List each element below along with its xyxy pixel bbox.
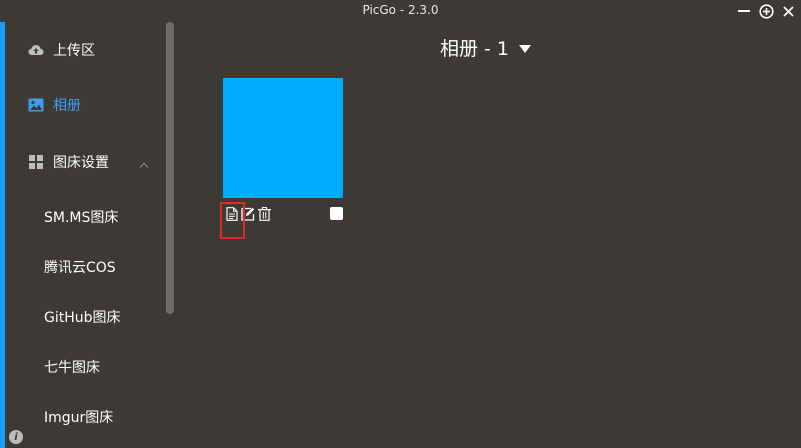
sidebar-subitem-label: GitHub图床 bbox=[44, 310, 121, 326]
info-icon[interactable]: i bbox=[9, 430, 23, 444]
maximize-button[interactable] bbox=[757, 2, 775, 20]
sidebar-subitem-label: 七牛图床 bbox=[44, 360, 100, 376]
trash-icon bbox=[257, 207, 271, 221]
chevron-up-icon bbox=[139, 156, 149, 172]
sidebar-subitem-qiniu[interactable]: 七牛图床 bbox=[5, 347, 165, 387]
image-select-checkbox[interactable] bbox=[330, 207, 343, 220]
sidebar-item-label: 相册 bbox=[53, 98, 81, 114]
sidebar: 上传区 相册 图床设置 SM.MS图床 腾讯云COS GitHub图床 七牛图床… bbox=[5, 22, 173, 448]
cloud-upload-icon bbox=[28, 42, 44, 58]
grid-icon bbox=[28, 154, 44, 170]
sidebar-item-gallery[interactable]: 相册 bbox=[5, 85, 165, 125]
album-header-dropdown[interactable]: 相册 - 1 bbox=[440, 35, 532, 60]
image-icon bbox=[28, 97, 44, 113]
plus-circle-icon bbox=[758, 3, 774, 19]
sidebar-subitem-smms[interactable]: SM.MS图床 bbox=[5, 197, 165, 237]
sidebar-subitem-label: Imgur图床 bbox=[44, 410, 114, 426]
sidebar-subitem-github[interactable]: GitHub图床 bbox=[5, 297, 165, 337]
minimize-icon bbox=[738, 10, 750, 12]
delete-button[interactable] bbox=[256, 205, 272, 223]
image-thumbnail[interactable] bbox=[223, 78, 343, 198]
sidebar-item-picbed-settings[interactable]: 图床设置 bbox=[5, 142, 165, 182]
highlight-box bbox=[220, 202, 245, 239]
sidebar-subitem-label: SM.MS图床 bbox=[44, 210, 119, 226]
sidebar-subitem-imgur[interactable]: Imgur图床 bbox=[5, 397, 165, 437]
minimize-button[interactable] bbox=[735, 2, 753, 20]
sidebar-subitem-label: 腾讯云COS bbox=[44, 260, 116, 276]
album-title: 相册 - 1 bbox=[440, 37, 510, 60]
sidebar-item-label: 图床设置 bbox=[53, 155, 109, 171]
close-icon bbox=[782, 5, 794, 17]
sidebar-scrollbar[interactable] bbox=[166, 22, 174, 314]
window-controls bbox=[735, 2, 797, 20]
sidebar-subitem-tencent-cos[interactable]: 腾讯云COS bbox=[5, 247, 165, 287]
close-button[interactable] bbox=[779, 2, 797, 20]
window-title: PicGo - 2.3.0 bbox=[362, 3, 439, 17]
caret-down-icon bbox=[519, 36, 532, 58]
title-bar: PicGo - 2.3.0 bbox=[0, 0, 801, 22]
sidebar-item-label: 上传区 bbox=[53, 43, 95, 59]
sidebar-item-upload[interactable]: 上传区 bbox=[5, 30, 165, 70]
